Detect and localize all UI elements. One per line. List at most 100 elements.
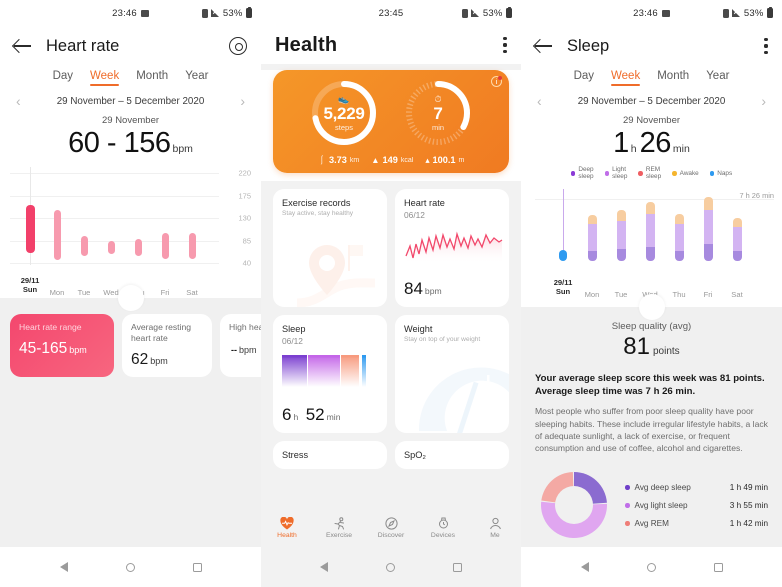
chart-bar[interactable] bbox=[616, 210, 626, 261]
chart-bar[interactable] bbox=[161, 232, 169, 259]
chart-bar[interactable] bbox=[645, 201, 655, 261]
bar-segment bbox=[732, 251, 742, 261]
y-axis-tick: 85 bbox=[242, 236, 251, 245]
app-bar: Sleep bbox=[521, 26, 782, 66]
card-unit-2: min bbox=[326, 412, 341, 422]
nav-item-me[interactable]: Me bbox=[469, 517, 521, 539]
bar-segment bbox=[587, 224, 597, 251]
card-unit: bpm bbox=[239, 345, 257, 356]
grid-line bbox=[10, 173, 219, 174]
tab-year[interactable]: Year bbox=[185, 70, 208, 86]
android-home-icon[interactable] bbox=[386, 562, 395, 572]
gear-icon[interactable] bbox=[229, 37, 247, 55]
page-title: Sleep bbox=[567, 36, 610, 55]
overflow-menu-icon[interactable] bbox=[764, 38, 768, 54]
next-period-icon[interactable]: › bbox=[240, 94, 245, 108]
battery-icon bbox=[506, 6, 512, 18]
card-avg-resting-heart-rate[interactable]: Average resting heart rate 62 bpm bbox=[122, 314, 212, 378]
heart-rate-unit: bpm bbox=[172, 143, 193, 155]
tab-month[interactable]: Month bbox=[136, 70, 168, 86]
card-heart-rate-range[interactable]: Heart rate range 45-165 bpm bbox=[10, 314, 114, 378]
x-axis-label: Wed bbox=[103, 288, 119, 297]
tab-month[interactable]: Month bbox=[657, 70, 689, 86]
bar-segment bbox=[703, 210, 713, 245]
overflow-menu-icon[interactable] bbox=[503, 37, 507, 53]
date-range: 29 November – 5 December 2020 bbox=[56, 95, 205, 107]
card-spo2[interactable]: SpO₂ bbox=[395, 441, 509, 469]
hero-stats: ⎰ 3.73 km ▲ 149 kcal ▴ 100.1 m bbox=[273, 154, 509, 166]
x-axis-label: Sat bbox=[186, 288, 198, 297]
signal-off-icon bbox=[211, 9, 220, 17]
sheet-handle[interactable] bbox=[117, 285, 144, 311]
sleep-legend: Deep sleep Light sleep REM sleep Awake Naps bbox=[521, 166, 782, 181]
card-heart-rate[interactable]: Heart rate 06/12 84 bpm bbox=[395, 189, 509, 307]
y-axis-tick: 130 bbox=[238, 213, 251, 223]
bar-segment bbox=[703, 244, 713, 261]
nav-item-exercise[interactable]: Exercise bbox=[313, 517, 365, 539]
tab-week[interactable]: Week bbox=[611, 70, 641, 86]
android-back-icon[interactable] bbox=[320, 562, 328, 572]
chart-bar[interactable] bbox=[25, 205, 35, 253]
sheet-handle[interactable] bbox=[638, 294, 665, 320]
chart-bar[interactable] bbox=[134, 238, 142, 256]
card-high-heart-rate[interactable]: High hea -- bpm bbox=[220, 314, 261, 378]
chart-bar[interactable] bbox=[188, 232, 196, 259]
date-range-row: ‹ 29 November – 5 December 2020 › bbox=[521, 86, 782, 108]
card-sleep[interactable]: Sleep 06/12 6 h 52 min bbox=[273, 315, 387, 433]
tab-year[interactable]: Year bbox=[706, 70, 729, 86]
chart-bar[interactable] bbox=[732, 218, 742, 261]
back-icon[interactable] bbox=[535, 37, 553, 55]
donut-value: 3 h 55 min bbox=[729, 500, 768, 510]
bar-segment bbox=[703, 197, 713, 211]
card-weight[interactable]: Weight Stay on top of your weight bbox=[395, 315, 509, 433]
android-recents-icon[interactable] bbox=[713, 562, 723, 572]
next-period-icon[interactable]: › bbox=[761, 94, 766, 108]
chart-bar[interactable] bbox=[674, 214, 684, 261]
card-stress[interactable]: Stress bbox=[273, 441, 387, 469]
tab-week[interactable]: Week bbox=[90, 70, 120, 86]
android-recents-icon[interactable] bbox=[453, 562, 462, 572]
android-back-icon[interactable] bbox=[59, 562, 68, 572]
chart-bar[interactable] bbox=[587, 214, 597, 261]
chart-bar[interactable] bbox=[703, 197, 713, 261]
card-exercise-records[interactable]: Exercise records Stay active, stay healt… bbox=[273, 189, 387, 307]
x-axis-label: Mon bbox=[49, 288, 65, 297]
bottom-nav: Health Exercise Discover Devices Me bbox=[261, 509, 521, 547]
chart-bar[interactable] bbox=[80, 235, 88, 256]
legend-label-2: sleep bbox=[578, 173, 594, 181]
compass-icon bbox=[384, 517, 398, 530]
sleep-hours-unit: h bbox=[630, 143, 637, 155]
minutes-value: 7 bbox=[433, 104, 443, 123]
period-tabs: Day Week Month Year bbox=[0, 70, 261, 86]
grid-line bbox=[10, 240, 219, 242]
heart-rate-chart: 220 175 130 85 40 bbox=[0, 167, 261, 275]
tab-day[interactable]: Day bbox=[574, 70, 594, 86]
chart-bar[interactable] bbox=[107, 241, 115, 254]
screenshot-icon bbox=[140, 9, 149, 17]
card-value: 6 bbox=[282, 405, 292, 424]
heart-rate-value-block: 60 - 156 bpm bbox=[0, 127, 261, 160]
nav-item-discover[interactable]: Discover bbox=[365, 517, 417, 539]
android-recents-icon[interactable] bbox=[192, 562, 202, 572]
nav-item-devices[interactable]: Devices bbox=[417, 517, 469, 539]
chart-bar[interactable] bbox=[559, 249, 567, 261]
card-subtitle: Stay on top of your weight bbox=[404, 336, 481, 343]
legend-label-2: sleep bbox=[645, 173, 662, 181]
android-home-icon[interactable] bbox=[646, 562, 656, 572]
status-bar: 23:46 53% bbox=[0, 0, 261, 26]
bar-segment bbox=[559, 249, 567, 261]
stat-unit: kcal bbox=[400, 156, 414, 164]
card-label: Heart rate range bbox=[19, 322, 82, 332]
back-icon[interactable] bbox=[14, 37, 32, 55]
sleep-advice: Most people who suffer from poor sleep q… bbox=[535, 406, 768, 454]
sleep-chart: 7 h 26 min bbox=[521, 187, 782, 279]
nav-item-health[interactable]: Health bbox=[261, 517, 313, 539]
app-bar: Health bbox=[261, 26, 521, 64]
chart-bar[interactable] bbox=[53, 210, 61, 260]
legend-label: REM bbox=[645, 166, 661, 173]
android-back-icon[interactable] bbox=[580, 562, 589, 572]
tab-day[interactable]: Day bbox=[53, 70, 73, 86]
activity-hero-card[interactable]: i 👟 5,229 steps ⏱ 7 min ⎰ 3.73 km ▲ 149 … bbox=[273, 70, 509, 173]
android-home-icon[interactable] bbox=[125, 562, 135, 572]
bar-segment bbox=[674, 223, 684, 251]
